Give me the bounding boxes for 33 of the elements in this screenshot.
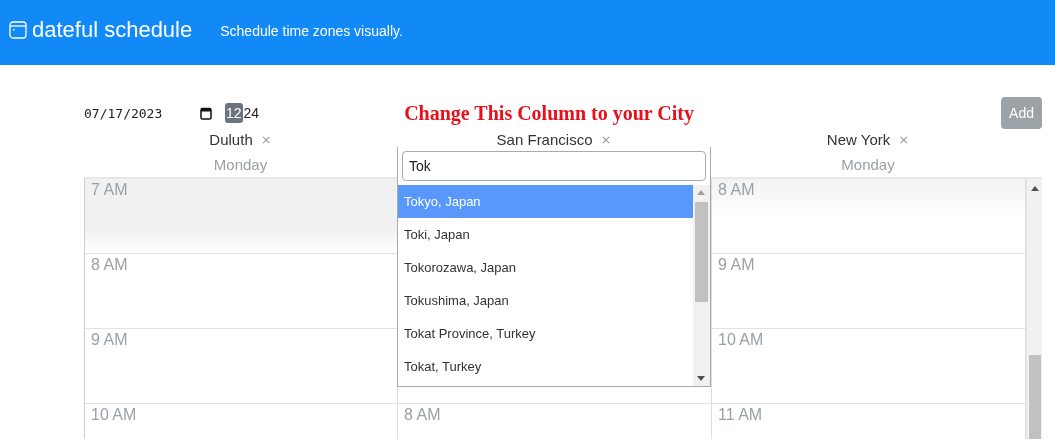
window-icon xyxy=(9,20,27,39)
app-title: dateful schedule xyxy=(32,16,193,43)
hour-label: 11 AM xyxy=(718,406,763,423)
weekday-label: Monday xyxy=(212,155,269,175)
weekday-label: Monday xyxy=(840,155,896,175)
calendar-icon[interactable] xyxy=(200,106,212,120)
hour-label: 10 AM xyxy=(718,331,764,348)
city-option[interactable]: Tokat Province, Turkey xyxy=(398,317,693,350)
hour-label: 10 AM xyxy=(91,406,137,423)
city-option[interactable]: Tokat, Turkey xyxy=(398,350,693,383)
hour-label: 7 AM xyxy=(91,181,128,198)
scroll-up-icon[interactable] xyxy=(1031,186,1039,191)
scrollbar[interactable] xyxy=(1026,179,1042,439)
scroll-down-icon[interactable] xyxy=(697,376,705,381)
hour-label: 8 AM xyxy=(404,406,441,423)
city-option[interactable]: Toki, Japan xyxy=(398,218,693,251)
city-name: Duluth xyxy=(209,130,253,148)
hour-label: 8 AM xyxy=(91,256,128,273)
hour-label: 9 AM xyxy=(91,331,128,348)
hour-label: 8 AM xyxy=(718,181,755,198)
city-name: New York xyxy=(826,130,891,148)
scrollbar-thumb[interactable] xyxy=(695,202,708,302)
city-search-field[interactable]: Tok xyxy=(402,151,706,181)
city-option[interactable]: Tokorozawa, Japan xyxy=(398,251,693,284)
city-option[interactable]: Tokushima, Japan xyxy=(398,284,693,317)
time-format-toggle[interactable]: 24 xyxy=(242,103,261,123)
city-name: San Francisco xyxy=(496,130,593,148)
tagline: Schedule time zones visually. xyxy=(220,22,403,39)
time-format-toggle[interactable]: 12 xyxy=(225,103,243,123)
scrollbar[interactable] xyxy=(693,185,710,386)
notice-text: Change This Column to your City xyxy=(404,101,695,125)
hour-label: 9 AM xyxy=(718,256,755,273)
date-field[interactable]: 07/17/2023 xyxy=(84,105,221,121)
